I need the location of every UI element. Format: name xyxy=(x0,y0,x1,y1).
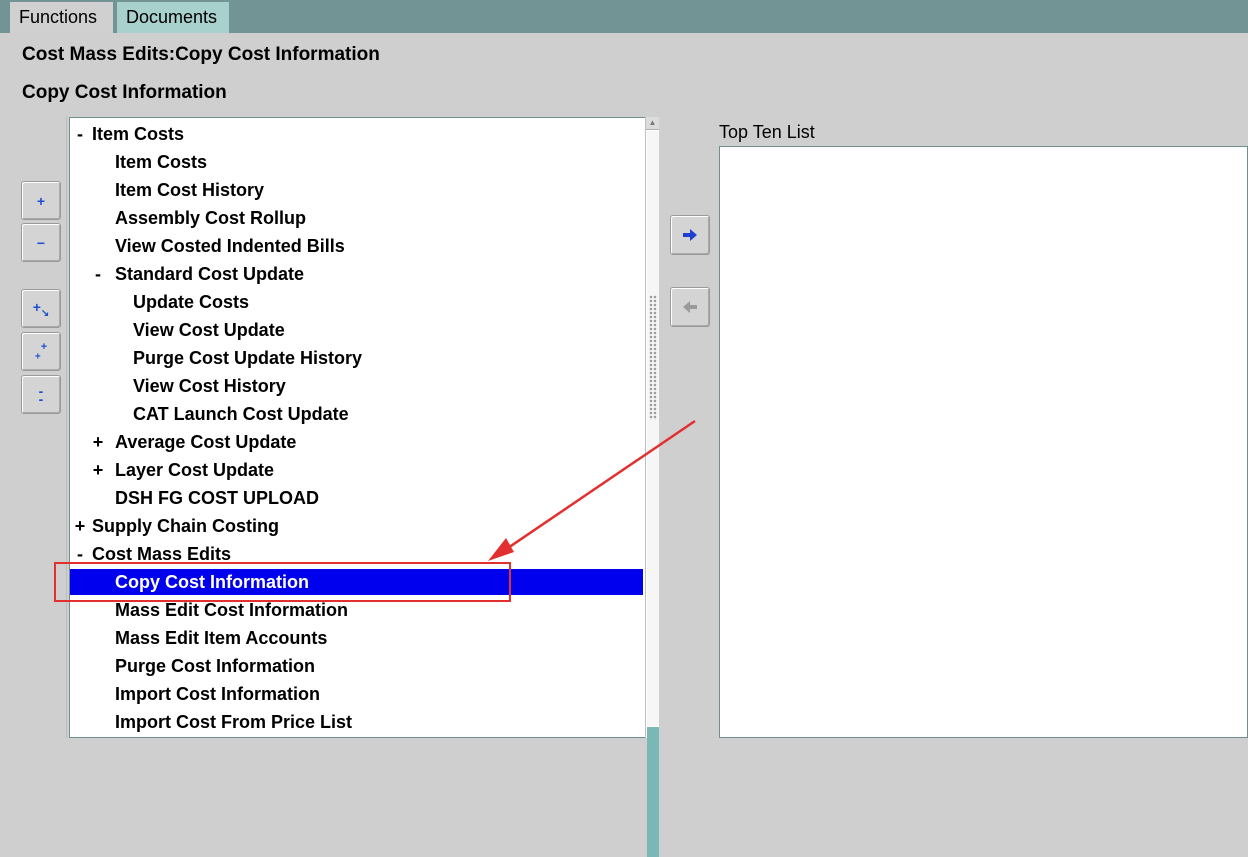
page-title: Cost Mass Edits:Copy Cost Information xyxy=(22,44,380,65)
tree-item-label: DSH FG COST UPLOAD xyxy=(115,488,320,508)
remove-from-top-ten-button[interactable] xyxy=(670,287,710,327)
tree-item-label: Average Cost Update xyxy=(115,432,297,452)
expand-branch-icon: +↘ xyxy=(32,298,50,319)
scroll-thumb[interactable] xyxy=(647,727,659,857)
expand-node-icon[interactable]: + xyxy=(91,457,105,483)
tree-item[interactable]: Purge Cost Update History xyxy=(70,345,643,371)
tree-item-label: Import Cost Information xyxy=(115,684,320,704)
left-arrow-icon xyxy=(683,301,697,313)
annotation-highlight-box xyxy=(54,562,511,602)
tab-bar: Functions Documents xyxy=(0,0,1248,33)
tree-item[interactable]: Assembly Cost Rollup xyxy=(70,205,643,231)
tree-item-label: Layer Cost Update xyxy=(115,460,275,480)
tree-item-label: Import Cost From Price List xyxy=(115,712,353,732)
expand-branch-button[interactable]: +↘ xyxy=(21,289,61,328)
tree-item[interactable]: Item Costs xyxy=(70,149,643,175)
top-ten-list[interactable] xyxy=(719,146,1248,738)
tree-item[interactable]: DSH FG COST UPLOAD xyxy=(70,485,643,511)
tree-item[interactable]: View Costed Indented Bills xyxy=(70,233,643,259)
collapse-all-button[interactable]: -- xyxy=(21,375,61,414)
expand-node-icon[interactable]: + xyxy=(73,513,87,539)
tree-item[interactable]: + Average Cost Update xyxy=(70,429,643,455)
tree-item[interactable]: Update Costs xyxy=(70,289,643,315)
expand-node-icon[interactable]: + xyxy=(91,429,105,455)
tree-item[interactable]: Mass Edit Item Accounts xyxy=(70,625,643,651)
collapse-node-icon[interactable]: - xyxy=(91,261,105,287)
tree-item-label: Item Costs xyxy=(115,152,208,172)
tab-documents[interactable]: Documents xyxy=(117,2,229,33)
tree-item-label: View Costed Indented Bills xyxy=(115,236,345,256)
expand-all-icon: ++ xyxy=(34,340,48,363)
tree-item[interactable]: View Cost Update xyxy=(70,317,643,343)
expand-button[interactable]: + xyxy=(21,181,61,220)
expand-all-button[interactable]: ++ xyxy=(21,332,61,371)
add-to-top-ten-button[interactable] xyxy=(670,215,710,255)
function-tree[interactable]: - Item Costs Item Costs Item Cost History As… xyxy=(69,117,645,738)
tree-item-label: Item Cost History xyxy=(115,180,265,200)
collapse-node-icon[interactable]: - xyxy=(73,121,87,147)
tree-item-label: View Cost Update xyxy=(133,320,285,340)
expand-plus-icon: + xyxy=(36,192,46,209)
tree-item-label: Standard Cost Update xyxy=(115,264,305,284)
tree-item[interactable]: Import Cost From Price List xyxy=(70,709,643,735)
tree-item-label: View Cost History xyxy=(133,376,286,396)
tree-item[interactable]: - Item Costs xyxy=(70,121,643,147)
scroll-up-icon[interactable]: ▲ xyxy=(646,117,659,130)
tab-functions[interactable]: Functions xyxy=(10,2,113,33)
tree-item-label: Mass Edit Item Accounts xyxy=(115,628,328,648)
tree-item-label: Purge Cost Update History xyxy=(133,348,363,368)
tree-item[interactable]: - Standard Cost Update xyxy=(70,261,643,287)
tree-item[interactable]: + Layer Cost Update xyxy=(70,457,643,483)
tree-item-label: Supply Chain Costing xyxy=(92,516,279,536)
tree-item-label: Item Costs xyxy=(92,124,185,144)
collapse-all-icon: -- xyxy=(38,382,44,407)
tree-item[interactable]: Item Cost History xyxy=(70,177,643,203)
tree-item[interactable]: CAT Launch Cost Update xyxy=(70,401,643,427)
tree-scrollbar[interactable]: ▲ xyxy=(645,117,659,857)
collapse-button[interactable]: − xyxy=(21,223,61,262)
section-title: Copy Cost Information xyxy=(22,82,227,103)
tree-item[interactable]: Import Cost Information xyxy=(70,681,643,707)
tree-item-label: CAT Launch Cost Update xyxy=(133,404,349,424)
tree-item[interactable]: Purge Cost Information xyxy=(70,653,643,679)
tree-item-label: Update Costs xyxy=(133,292,250,312)
top-ten-label: Top Ten List xyxy=(719,122,815,142)
right-arrow-icon xyxy=(683,229,697,241)
splitter-handle[interactable] xyxy=(649,295,657,420)
tree-item-label: Assembly Cost Rollup xyxy=(115,208,307,228)
scroll-track[interactable] xyxy=(647,131,659,726)
tree-item[interactable]: View Cost History xyxy=(70,373,643,399)
tree-item-label: Purge Cost Information xyxy=(115,656,316,676)
tree-item[interactable]: + Supply Chain Costing xyxy=(70,513,643,539)
collapse-minus-icon: − xyxy=(36,234,46,251)
